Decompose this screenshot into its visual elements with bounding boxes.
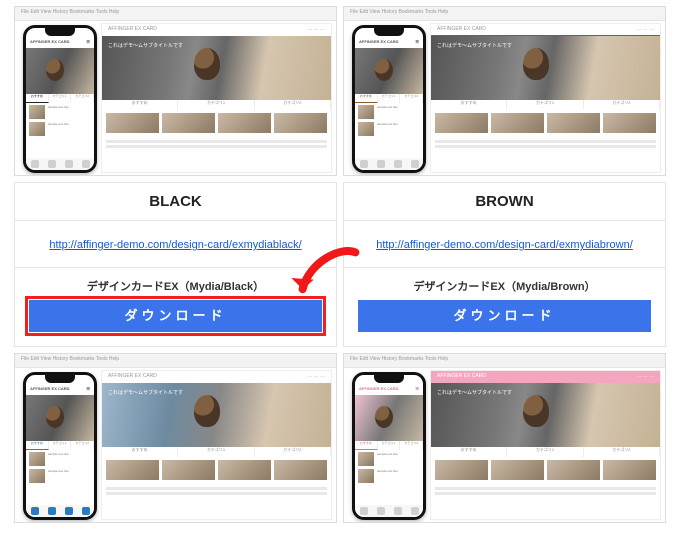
mobile-preview: AFFINGER EX CARD☰ おすすめカテゴリ1カテゴリ2 sample … bbox=[23, 25, 97, 173]
variant-title: BLACK bbox=[15, 183, 336, 221]
browser-menubar: File Edit View History Bookmarks Tools H… bbox=[344, 354, 665, 368]
pack-label-brown: デザインカードEX（Mydia/Brown） bbox=[344, 268, 665, 300]
preview-thumb-blue: File Edit View History Bookmarks Tools H… bbox=[14, 353, 337, 523]
desktop-preview: AFFINGER EX CARD… … … これはデモ〜ムサブタイトルです おす… bbox=[430, 370, 661, 520]
hero-caption: これはデモ〜ムサブタイトルです bbox=[108, 42, 183, 49]
preview-thumb-black: File Edit View History Bookmarks Tools H… bbox=[14, 6, 337, 176]
desktop-preview: AFFINGER EX CARD… … … これはデモ〜ムサブタイトルです おす… bbox=[101, 370, 332, 520]
mobile-preview: AFFINGER EX CARD☰ おすすめカテゴリ1カテゴリ2 sample … bbox=[23, 372, 97, 520]
info-panel-black: BLACK http://affinger-demo.com/design-ca… bbox=[14, 182, 337, 347]
desktop-preview: AFFINGER EX CARD… … … これはデモ〜ムサブタイトルです おす… bbox=[101, 23, 332, 173]
info-panel-brown: BROWN http://affinger-demo.com/design-ca… bbox=[343, 182, 666, 347]
browser-menubar-text: File Edit View History Bookmarks Tools H… bbox=[21, 9, 119, 18]
browser-menubar: File Edit View History Bookmarks Tools H… bbox=[15, 354, 336, 368]
preview-thumb-brown: File Edit View History Bookmarks Tools H… bbox=[343, 6, 666, 176]
mobile-preview: AFFINGER EX CARD☰ おすすめカテゴリ1カテゴリ2 sample … bbox=[352, 25, 426, 173]
download-button-brown[interactable]: ダウンロード bbox=[358, 300, 651, 332]
browser-menubar: File Edit View History Bookmarks Tools H… bbox=[344, 7, 665, 21]
preview-thumb-pink: File Edit View History Bookmarks Tools H… bbox=[343, 353, 666, 523]
desktop-preview: AFFINGER EX CARD… … … これはデモ〜ムサブタイトルです おす… bbox=[430, 23, 661, 173]
download-button-black[interactable]: ダウンロード bbox=[29, 300, 322, 332]
demo-link-black[interactable]: http://affinger-demo.com/design-card/exm… bbox=[49, 239, 301, 251]
mobile-preview: AFFINGER EX CARD☰ おすすめカテゴリ1カテゴリ2 sample … bbox=[352, 372, 426, 520]
site-brand: AFFINGER EX CARD bbox=[108, 26, 157, 34]
browser-menubar: File Edit View History Bookmarks Tools H… bbox=[15, 7, 336, 21]
variant-title: BROWN bbox=[344, 183, 665, 221]
demo-link-brown[interactable]: http://affinger-demo.com/design-card/exm… bbox=[376, 239, 633, 251]
pack-label-black: デザインカードEX（Mydia/Black） bbox=[15, 268, 336, 300]
